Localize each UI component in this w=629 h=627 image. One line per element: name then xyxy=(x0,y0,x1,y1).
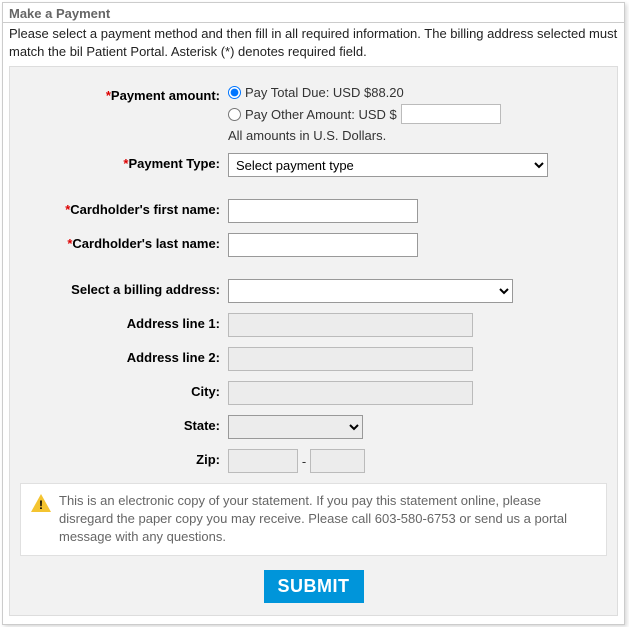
address2-input[interactable] xyxy=(228,347,473,371)
last-name-label: Cardholder's last name: xyxy=(72,236,220,251)
state-label: State: xyxy=(184,418,220,433)
billing-address-select[interactable] xyxy=(228,279,513,303)
amount-hint: All amounts in U.S. Dollars. xyxy=(228,128,607,143)
payment-panel: Make a Payment Please select a payment m… xyxy=(2,2,625,625)
payment-type-select[interactable]: Select payment type xyxy=(228,153,548,177)
statement-notice: This is an electronic copy of your state… xyxy=(20,483,607,556)
pay-total-radio[interactable] xyxy=(228,86,241,99)
warning-icon xyxy=(31,494,51,512)
first-name-label: Cardholder's first name: xyxy=(70,202,220,217)
pay-total-label: Pay Total Due: USD $88.20 xyxy=(245,85,404,100)
address2-label: Address line 2: xyxy=(127,350,220,365)
zip-input-2[interactable] xyxy=(310,449,365,473)
city-label: City: xyxy=(191,384,220,399)
pay-other-label: Pay Other Amount: USD $ xyxy=(245,107,397,122)
notice-text: This is an electronic copy of your state… xyxy=(59,492,596,547)
address1-input[interactable] xyxy=(228,313,473,337)
payment-type-label: Payment Type: xyxy=(128,156,220,171)
zip-separator: - xyxy=(298,454,310,469)
first-name-input[interactable] xyxy=(228,199,418,223)
submit-button[interactable]: SUBMIT xyxy=(264,570,364,603)
panel-title: Make a Payment xyxy=(3,3,624,23)
payment-amount-label: Payment amount: xyxy=(111,88,220,103)
city-input[interactable] xyxy=(228,381,473,405)
last-name-input[interactable] xyxy=(228,233,418,257)
zip-input-1[interactable] xyxy=(228,449,298,473)
pay-other-radio[interactable] xyxy=(228,108,241,121)
state-select[interactable] xyxy=(228,415,363,439)
intro-text: Please select a payment method and then … xyxy=(3,23,624,66)
zip-label: Zip: xyxy=(196,452,220,467)
pay-other-amount-input[interactable] xyxy=(401,104,501,124)
payment-form: *Payment amount: Pay Total Due: USD $88.… xyxy=(9,66,618,616)
billing-address-label: Select a billing address: xyxy=(71,282,220,297)
address1-label: Address line 1: xyxy=(127,316,220,331)
